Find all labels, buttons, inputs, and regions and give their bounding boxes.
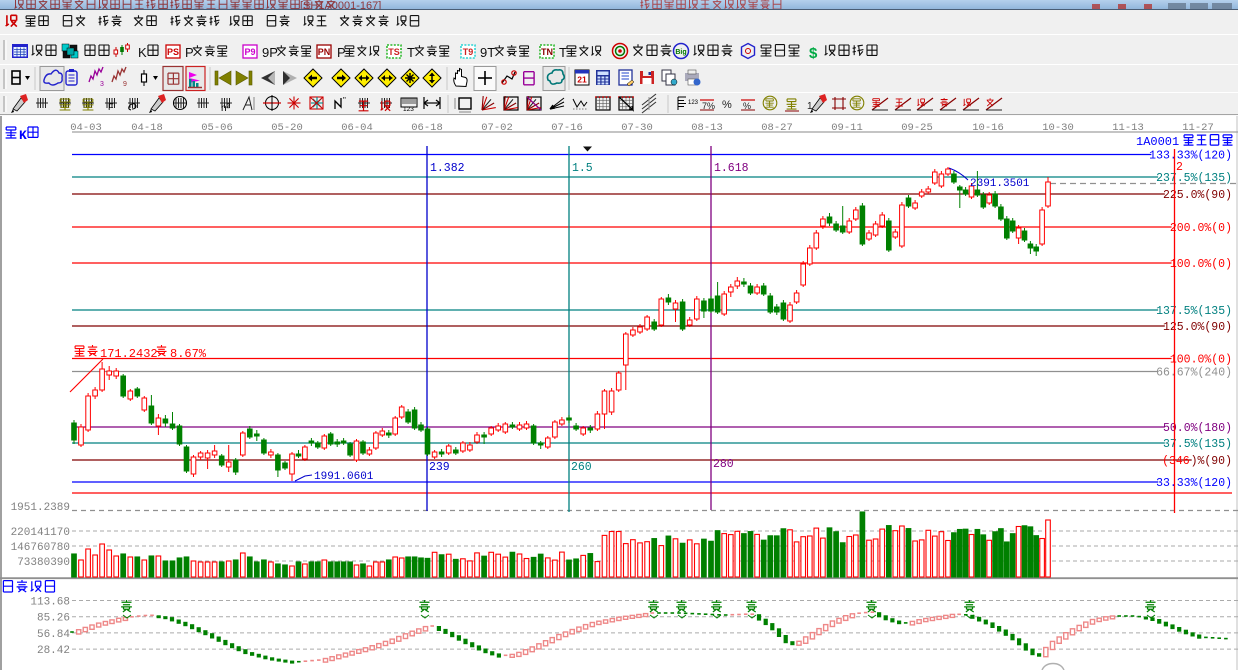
svg-text:K: K [19,128,27,143]
svg-text:9: 9 [123,81,127,88]
svg-text:T: T [559,45,567,60]
svg-text:(346: (346 [1162,455,1190,468]
svg-text:28.42: 28.42 [37,645,70,657]
svg-text:73380390: 73380390 [17,557,70,569]
svg-text:K: K [138,45,147,60]
svg-text:100.0%(0): 100.0%(0) [1170,258,1232,271]
svg-text:P9: P9 [244,47,255,57]
svg-text:2391.3501: 2391.3501 [970,178,1030,190]
svg-text:P: P [185,45,194,60]
svg-text:200.0%(0): 200.0%(0) [1170,222,1232,235]
svg-text:9T: 9T [480,45,495,60]
svg-text:113.68: 113.68 [30,597,70,609]
svg-text:T: T [407,45,415,60]
svg-text:123: 123 [403,106,414,113]
svg-text:85.26: 85.26 [37,613,70,625]
svg-text:1A0001: 1A0001 [1136,135,1179,149]
svg-text:%: % [722,99,732,111]
svg-text:260: 260 [571,461,592,474]
svg-text:": " [343,96,346,105]
svg-text:171.2432: 171.2432 [100,347,158,361]
svg-text:1.382: 1.382 [430,162,465,175]
svg-text:37.5%(135): 37.5%(135) [1163,438,1232,451]
svg-text:3: 3 [100,81,104,88]
svg-text:280: 280 [713,458,734,471]
svg-text:21: 21 [577,75,587,85]
svg-text:n²: n² [221,103,231,114]
svg-text:1991.0601: 1991.0601 [314,471,374,483]
svg-text:66.67%(240): 66.67%(240) [1156,367,1232,380]
svg-text:2: 2 [1176,161,1183,174]
svg-text:125.0%(90): 125.0%(90) [1163,321,1232,334]
svg-text:PS: PS [167,47,179,57]
svg-text:PN: PN [318,47,331,57]
svg-text:100.0%(0): 100.0%(0) [1170,354,1232,367]
svg-text:1.618: 1.618 [714,162,749,175]
svg-text:133.33%(120): 133.33%(120) [1149,150,1232,163]
svg-text:225.0%(90): 225.0%(90) [1163,189,1232,202]
svg-text:56.84: 56.84 [37,629,70,641]
svg-text:TS: TS [388,47,400,57]
svg-text:137.5%(135): 137.5%(135) [1156,305,1232,318]
svg-text:33.33%(120): 33.33%(120) [1156,477,1232,490]
svg-text:8.67%: 8.67% [170,347,207,361]
svg-text:F: F [108,102,114,112]
svg-text:220141170: 220141170 [11,527,70,539]
svg-text:P: P [337,45,346,60]
svg-text:Big: Big [675,49,686,56]
svg-text:50.0%(180): 50.0%(180) [1163,422,1232,435]
svg-text:123: 123 [688,100,699,106]
svg-text:TN: TN [541,47,553,57]
svg-text:9P: 9P [262,45,278,60]
svg-text:239: 239 [429,461,450,474]
svg-text:1951.2389: 1951.2389 [11,502,70,514]
svg-text:146760780: 146760780 [11,542,70,554]
svg-text:$: $ [809,45,818,62]
svg-text:1.5: 1.5 [572,162,593,175]
svg-text:T9: T9 [463,47,474,57]
svg-text:)%(90): )%(90) [1191,455,1232,468]
